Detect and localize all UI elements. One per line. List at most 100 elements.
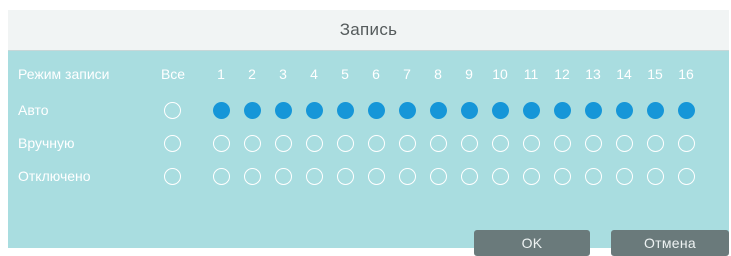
cell-manual-ch8	[424, 131, 452, 155]
radio-auto-ch11[interactable]	[522, 101, 540, 119]
channel-header-16: 16	[678, 66, 694, 82]
cell-auto-ch5	[331, 98, 359, 122]
channel-header-9: 9	[465, 66, 473, 82]
radio-disabled-ch12[interactable]	[553, 167, 571, 185]
mode-row-auto: Авто	[8, 98, 729, 122]
radio-disabled-ch15[interactable]	[646, 167, 664, 185]
channel-header-5: 5	[341, 66, 349, 82]
cell-auto-ch16	[672, 98, 700, 122]
mode-row-manual: Вручную	[8, 131, 729, 155]
cell-auto-ch6	[362, 98, 390, 122]
radio-auto-ch6[interactable]	[367, 101, 385, 119]
cell-disabled-ch3	[269, 164, 297, 188]
channel-header-6: 6	[372, 66, 380, 82]
all-cell-manual	[158, 131, 186, 155]
radio-manual-ch13[interactable]	[584, 134, 602, 152]
cell-disabled-ch13	[579, 164, 607, 188]
radio-manual-ch16[interactable]	[677, 134, 695, 152]
all-column-header: Все	[160, 66, 186, 82]
cell-auto-ch15	[641, 98, 669, 122]
cell-manual-ch6	[362, 131, 390, 155]
ok-button[interactable]: OK	[474, 230, 590, 256]
cell-auto-ch14	[610, 98, 638, 122]
radio-disabled-ch8[interactable]	[429, 167, 447, 185]
radio-auto-ch13[interactable]	[584, 101, 602, 119]
cell-disabled-ch8	[424, 164, 452, 188]
radio-manual-ch2[interactable]	[243, 134, 261, 152]
radio-manual-ch14[interactable]	[615, 134, 633, 152]
radio-manual-ch6[interactable]	[367, 134, 385, 152]
radio-auto-ch3[interactable]	[274, 101, 292, 119]
radio-manual-ch1[interactable]	[212, 134, 230, 152]
cell-manual-ch14	[610, 131, 638, 155]
radio-manual-ch12[interactable]	[553, 134, 571, 152]
radio-disabled-ch10[interactable]	[491, 167, 509, 185]
cell-manual-ch1	[207, 131, 235, 155]
radio-auto-ch9[interactable]	[460, 101, 478, 119]
radio-manual-ch7[interactable]	[398, 134, 416, 152]
cell-disabled-ch16	[672, 164, 700, 188]
radio-disabled-ch9[interactable]	[460, 167, 478, 185]
all-cell-auto	[158, 98, 186, 122]
radio-auto-ch4[interactable]	[305, 101, 323, 119]
radio-disabled-all[interactable]	[163, 167, 181, 185]
radio-disabled-ch2[interactable]	[243, 167, 261, 185]
dialog-title: Запись	[339, 20, 398, 39]
radio-auto-ch7[interactable]	[398, 101, 416, 119]
cancel-button[interactable]: Отмена	[611, 230, 729, 256]
radio-disabled-ch14[interactable]	[615, 167, 633, 185]
record-mode-header: Режим записи	[18, 66, 110, 82]
channel-header-15: 15	[647, 66, 663, 82]
cell-auto-ch2	[238, 98, 266, 122]
radio-disabled-ch4[interactable]	[305, 167, 323, 185]
radio-disabled-ch13[interactable]	[584, 167, 602, 185]
radio-disabled-ch5[interactable]	[336, 167, 354, 185]
radio-auto-ch10[interactable]	[491, 101, 509, 119]
radio-manual-ch10[interactable]	[491, 134, 509, 152]
cell-disabled-ch1	[207, 164, 235, 188]
radio-manual-ch9[interactable]	[460, 134, 478, 152]
radio-manual-ch8[interactable]	[429, 134, 447, 152]
cell-auto-ch11	[517, 98, 545, 122]
cell-manual-ch7	[393, 131, 421, 155]
radio-auto-all[interactable]	[163, 101, 181, 119]
cell-manual-ch13	[579, 131, 607, 155]
radio-disabled-ch11[interactable]	[522, 167, 540, 185]
cell-manual-ch2	[238, 131, 266, 155]
cell-auto-ch10	[486, 98, 514, 122]
radio-auto-ch16[interactable]	[677, 101, 695, 119]
channel-header-2: 2	[248, 66, 256, 82]
radio-manual-ch5[interactable]	[336, 134, 354, 152]
channel-header-3: 3	[279, 66, 287, 82]
radio-disabled-ch16[interactable]	[677, 167, 695, 185]
radio-auto-ch15[interactable]	[646, 101, 664, 119]
radio-auto-ch1[interactable]	[212, 101, 230, 119]
radio-manual-ch3[interactable]	[274, 134, 292, 152]
cell-disabled-ch7	[393, 164, 421, 188]
radio-auto-ch2[interactable]	[243, 101, 261, 119]
radio-auto-ch8[interactable]	[429, 101, 447, 119]
radio-auto-ch5[interactable]	[336, 101, 354, 119]
radio-auto-ch12[interactable]	[553, 101, 571, 119]
radio-disabled-ch7[interactable]	[398, 167, 416, 185]
radio-manual-ch15[interactable]	[646, 134, 664, 152]
mode-row-disabled: Отключено	[8, 164, 729, 188]
radio-manual-ch11[interactable]	[522, 134, 540, 152]
cell-auto-ch8	[424, 98, 452, 122]
cell-disabled-ch14	[610, 164, 638, 188]
cell-manual-ch4	[300, 131, 328, 155]
radio-disabled-ch1[interactable]	[212, 167, 230, 185]
cell-disabled-ch10	[486, 164, 514, 188]
cell-manual-ch5	[331, 131, 359, 155]
radio-manual-ch4[interactable]	[305, 134, 323, 152]
radio-disabled-ch3[interactable]	[274, 167, 292, 185]
mode-label-manual: Вручную	[18, 135, 75, 151]
mode-label-auto: Авто	[18, 102, 49, 118]
radio-auto-ch14[interactable]	[615, 101, 633, 119]
cell-manual-ch10	[486, 131, 514, 155]
cell-disabled-ch2	[238, 164, 266, 188]
radio-disabled-ch6[interactable]	[367, 167, 385, 185]
cell-disabled-ch6	[362, 164, 390, 188]
cell-disabled-ch12	[548, 164, 576, 188]
radio-manual-all[interactable]	[163, 134, 181, 152]
